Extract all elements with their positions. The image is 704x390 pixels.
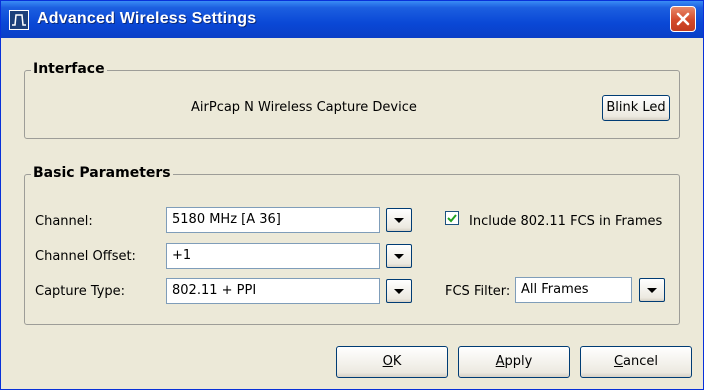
include-fcs-label[interactable]: Include 802.11 FCS in Frames	[469, 214, 662, 229]
fcs-filter-select[interactable]: All Frames	[515, 277, 632, 303]
channel-select[interactable]: 5180 MHz [A 36]	[166, 207, 380, 233]
capture-type-dropdown-button[interactable]	[386, 279, 412, 303]
close-icon	[676, 12, 690, 26]
fcs-filter-dropdown-button[interactable]	[639, 278, 665, 302]
app-icon	[9, 10, 29, 30]
window-title: Advanced Wireless Settings	[37, 10, 257, 27]
channel-offset-label: Channel Offset:	[35, 249, 136, 264]
capture-type-label: Capture Type:	[35, 284, 126, 299]
apply-button[interactable]: Apply	[458, 346, 570, 378]
channel-label: Channel:	[35, 214, 93, 229]
blink-led-button[interactable]: Blink Led	[602, 95, 670, 121]
check-icon	[447, 214, 457, 223]
ok-button[interactable]: OK	[336, 346, 448, 378]
interface-legend: Interface	[31, 61, 107, 77]
advanced-wireless-settings-dialog: Advanced Wireless Settings Interface Air…	[0, 0, 704, 390]
basic-parameters-legend: Basic Parameters	[31, 165, 173, 181]
chevron-down-icon	[394, 218, 404, 223]
capture-type-select[interactable]: 802.11 + PPI	[166, 278, 380, 304]
chevron-down-icon	[394, 254, 404, 259]
cancel-button[interactable]: Cancel	[580, 346, 692, 378]
chevron-down-icon	[647, 288, 657, 293]
channel-dropdown-button[interactable]	[386, 208, 412, 232]
channel-offset-select[interactable]: +1	[166, 243, 380, 269]
include-fcs-checkbox[interactable]	[445, 211, 459, 225]
channel-offset-dropdown-button[interactable]	[386, 244, 412, 268]
fcs-filter-label: FCS Filter:	[445, 284, 511, 299]
close-button[interactable]	[670, 6, 696, 32]
title-bar[interactable]: Advanced Wireless Settings	[1, 1, 703, 38]
chevron-down-icon	[394, 289, 404, 294]
device-name: AirPcap N Wireless Capture Device	[191, 100, 417, 115]
